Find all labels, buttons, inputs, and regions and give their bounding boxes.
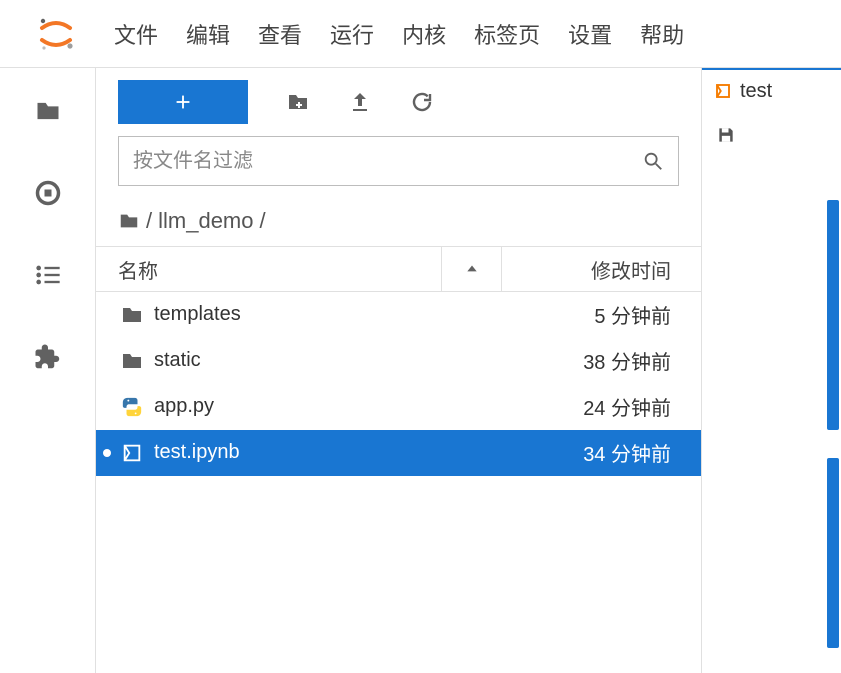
filter-input[interactable] — [133, 150, 642, 173]
new-launcher-button[interactable] — [118, 80, 248, 124]
extensions-icon[interactable] — [33, 342, 63, 372]
file-row[interactable]: static 38 分钟前 — [96, 338, 701, 384]
file-row[interactable]: templates 5 分钟前 — [96, 292, 701, 338]
folder-icon[interactable] — [33, 96, 63, 126]
breadcrumb[interactable]: / llm_demo / — [96, 198, 701, 246]
menu-tabs[interactable]: 标签页 — [472, 14, 542, 54]
file-name: test.ipynb — [154, 441, 501, 464]
save-icon[interactable] — [716, 125, 736, 145]
document-area: test — [702, 68, 841, 673]
menu-view[interactable]: 查看 — [256, 14, 304, 54]
toc-icon[interactable] — [33, 260, 63, 290]
running-indicator — [96, 449, 118, 457]
notebook-toolbar — [702, 112, 841, 158]
file-browser: / llm_demo / 名称 修改时间 templates 5 分钟前 sta… — [96, 68, 702, 673]
file-modified: 5 分钟前 — [501, 300, 701, 329]
notebook-icon — [714, 82, 732, 100]
sort-asc-icon[interactable] — [441, 247, 501, 291]
column-modified[interactable]: 修改时间 — [501, 247, 701, 291]
menu-kernel[interactable]: 内核 — [400, 14, 448, 54]
breadcrumb-sep: / — [146, 208, 152, 234]
folder-icon — [118, 347, 146, 375]
search-icon — [642, 150, 664, 172]
file-modified: 38 分钟前 — [501, 346, 701, 375]
activity-bar — [0, 68, 96, 673]
file-name: templates — [154, 303, 501, 326]
column-name[interactable]: 名称 — [96, 255, 441, 284]
python-icon — [118, 393, 146, 421]
menu-edit[interactable]: 编辑 — [184, 14, 232, 54]
filter-box[interactable] — [118, 136, 679, 186]
breadcrumb-sep: / — [260, 208, 266, 234]
file-row[interactable]: app.py 24 分钟前 — [96, 384, 701, 430]
file-modified: 24 分钟前 — [501, 392, 701, 421]
upload-icon[interactable] — [348, 90, 372, 114]
file-toolbar — [96, 68, 701, 136]
tab-bar: test — [702, 68, 841, 112]
scrollbar-thumb[interactable] — [827, 200, 839, 430]
breadcrumb-folder[interactable]: llm_demo — [158, 208, 253, 234]
file-name: static — [154, 349, 501, 372]
notebook-icon — [118, 439, 146, 467]
jupyter-logo-icon — [36, 14, 76, 54]
menu-run[interactable]: 运行 — [328, 14, 376, 54]
menu-file[interactable]: 文件 — [112, 14, 160, 54]
list-header: 名称 修改时间 — [96, 246, 701, 292]
running-icon[interactable] — [33, 178, 63, 208]
menu-help[interactable]: 帮助 — [638, 14, 686, 54]
new-folder-icon[interactable] — [286, 90, 310, 114]
folder-icon — [118, 301, 146, 329]
file-row-selected[interactable]: test.ipynb 34 分钟前 — [96, 430, 701, 476]
scrollbar-thumb[interactable] — [827, 458, 839, 648]
folder-icon[interactable] — [118, 210, 140, 232]
file-modified: 34 分钟前 — [501, 438, 701, 467]
menu-bar: 文件 编辑 查看 运行 内核 标签页 设置 帮助 — [0, 0, 841, 68]
refresh-icon[interactable] — [410, 90, 434, 114]
menu-settings[interactable]: 设置 — [566, 14, 614, 54]
tab-label[interactable]: test — [740, 80, 772, 103]
file-name: app.py — [154, 395, 501, 418]
